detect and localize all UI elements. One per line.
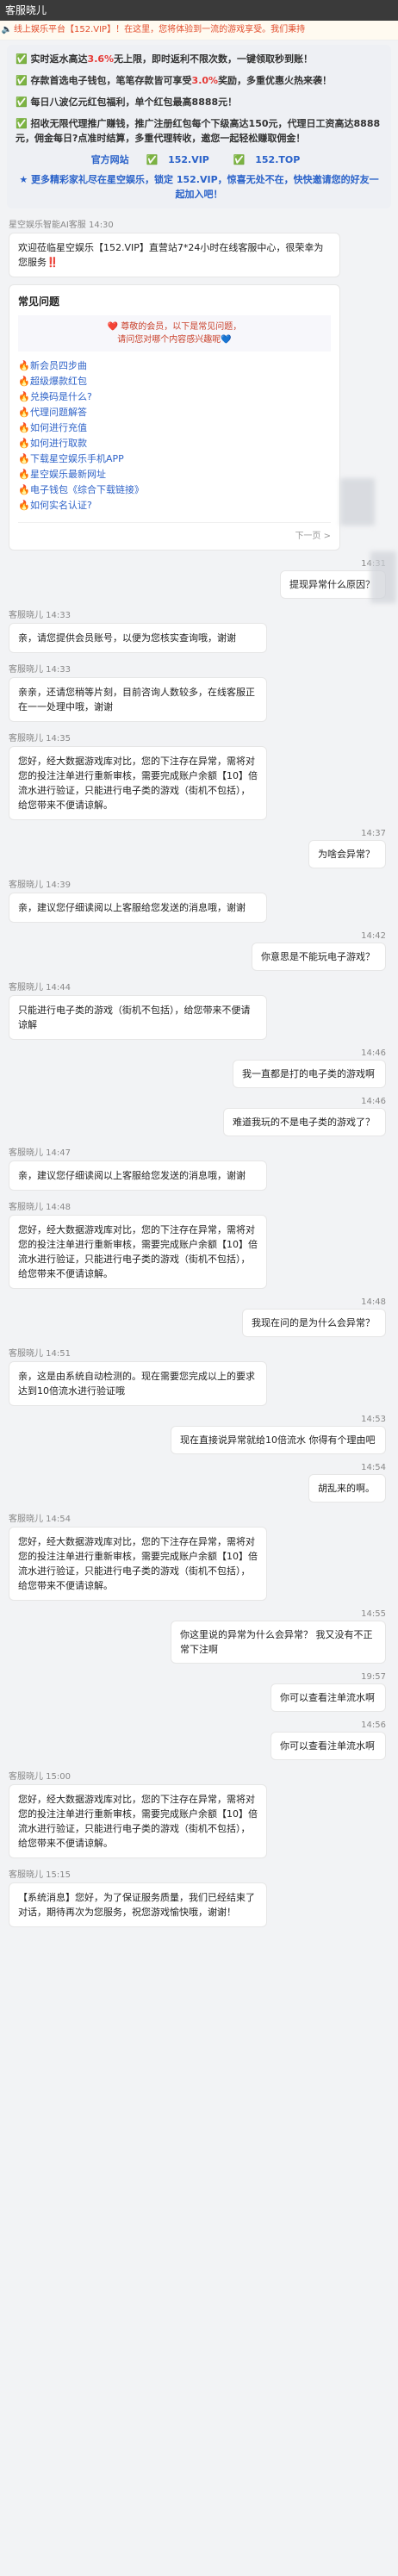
fire-icon: 🔥 xyxy=(18,469,30,480)
agent-message: 您好，经大数据游戏库对比，您的下注存在异常，需将对您的投注注单进行重新审核，需要… xyxy=(9,1784,267,1858)
fire-icon: 🔥 xyxy=(18,407,30,418)
faq-next-page-button[interactable]: 下一页 > xyxy=(18,522,331,541)
promo-line: ✅ 每日八波亿元红包福利，单个红包最高8888元！ xyxy=(16,96,238,108)
faq-card: 常见问题 ❤️ 尊敬的会员，以下是常见问题， 请问您对哪个内容感兴趣呢💙 🔥新会… xyxy=(9,284,340,551)
message-time: 14:48 xyxy=(361,1297,386,1307)
faq-item[interactable]: 🔥星空娱乐最新网址 xyxy=(18,467,331,482)
message-time: 19:57 xyxy=(361,1672,386,1682)
agent-sender-label: 客服晓儿 14:51 xyxy=(9,1349,71,1359)
fire-icon: 🔥 xyxy=(18,500,30,511)
faq-title: 常见问题 xyxy=(18,296,60,308)
user-message: 我一直都是打的电子类的游戏啊 xyxy=(233,1060,386,1088)
faq-item[interactable]: 🔥下载星空娱乐手机APP xyxy=(18,451,331,467)
user-message: 难道我玩的不是电子类的游戏了？ xyxy=(223,1108,386,1136)
check-icon: ✅ xyxy=(16,75,28,86)
agent-message: 您好，经大数据游戏库对比，您的下注存在异常，需将对您的投注注单进行重新审核，需要… xyxy=(9,1215,267,1289)
faq-item[interactable]: 🔥新会员四步曲 xyxy=(18,358,331,374)
page-title: 客服晓儿 xyxy=(0,0,398,21)
fire-icon: 🔥 xyxy=(18,360,30,371)
user-message: 你可以查看注单流水啊 xyxy=(271,1732,386,1760)
message-time: 14:53 xyxy=(361,1415,386,1424)
agent-sender-label: 客服晓儿 14:33 xyxy=(9,665,71,675)
promo-line: ✅ 实时返水高达3.6%无上限，即时返利不限次数，一键领取秒到账！ xyxy=(16,53,314,65)
faq-item[interactable]: 🔥代理问题解答 xyxy=(18,405,331,420)
fire-icon: 🔥 xyxy=(18,438,30,449)
user-message: 你意思是不能玩电子游戏？ xyxy=(252,943,386,971)
user-message: 我现在问的是为什么会异常？ xyxy=(242,1309,386,1337)
check-icon: ✅ xyxy=(16,53,28,65)
agent-sender-label: 客服晓儿 15:15 xyxy=(9,1870,71,1880)
faq-item[interactable]: 🔥电子钱包《综合下载链接》 xyxy=(18,482,331,498)
official-links: 官方网站 ✅ 152.VIP ✅ 152.TOP xyxy=(16,152,382,167)
faq-item[interactable]: 🔥如何进行取款 xyxy=(18,436,331,451)
agent-sender-label: 客服晓儿 14:54 xyxy=(9,1515,71,1524)
link-152-vip[interactable]: ✅ 152.VIP xyxy=(146,154,216,165)
announcement-bar: 🔈 线上娱乐平台【152.VIP】！在这里，您将体验到一流的游戏享受。我们秉持 xyxy=(0,21,398,40)
check-icon: ✅ xyxy=(16,96,28,108)
promo-line: ✅ 存款首选电子钱包，笔笔存款皆可享受3.0%奖励，多重优惠火热来袭！ xyxy=(16,75,333,86)
user-message: 胡乱来的啊。 xyxy=(308,1474,386,1503)
promo-tail: ★ 更多精彩家礼尽在星空娱乐，锁定 152.VIP，惊喜无处不在，快快邀请您的好… xyxy=(19,174,379,200)
faq-item[interactable]: 🔥如何实名认证? xyxy=(18,498,331,513)
user-message: 为啥会异常？ xyxy=(308,840,386,868)
welcome-message: 欢迎莅临星空娱乐【152.VIP】直营站7*24小时在线客服中心，很荣幸为您服务… xyxy=(9,233,340,277)
faq-hint: ❤️ 尊敬的会员，以下是常见问题， 请问您对哪个内容感兴趣呢💙 xyxy=(18,315,331,352)
user-message: 你可以查看注单流水啊 xyxy=(271,1683,386,1712)
agent-sender-label: 客服晓儿 14:39 xyxy=(9,880,71,890)
agent-message: 亲，请您提供会员账号，以便为您核实查询哦，谢谢 xyxy=(9,623,267,653)
official-site-label: 官方网站 xyxy=(90,154,129,165)
agent-message: 亲亲，还请您稍等片刻，目前咨询人数较多，在线客服正在一一处理中哦，谢谢 xyxy=(9,677,267,722)
agent-message: 只能进行电子类的游戏（街机不包括），给您带来不便请谅解 xyxy=(9,995,267,1040)
fire-icon: 🔥 xyxy=(18,422,30,433)
agent-sender-label: 客服晓儿 15:00 xyxy=(9,1772,71,1782)
faq-item[interactable]: 🔥如何进行充值 xyxy=(18,420,331,436)
user-message: 现在直接说异常就给10倍流水 你得有个理由吧 xyxy=(171,1426,386,1454)
agent-message: 【系统消息】您好，为了保证服务质量，我们已经结束了对话，期待再次为您服务，祝您游… xyxy=(9,1882,267,1927)
agent-message: 亲，建议您仔细读阅以上客服给您发送的消息哦，谢谢 xyxy=(9,893,267,923)
blurred-avatar xyxy=(340,478,375,526)
announcement-text: 线上娱乐平台【152.VIP】！在这里，您将体验到一流的游戏享受。我们秉持 xyxy=(14,25,306,34)
promo-banner: ✅ 实时返水高达3.6%无上限，即时返利不限次数，一键领取秒到账！ ✅ 存款首选电… xyxy=(7,45,391,208)
fire-icon: 🔥 xyxy=(18,376,30,387)
faq-item[interactable]: 🔥兑换码是什么? xyxy=(18,389,331,405)
agent-message: 亲，建议您仔细读阅以上客服给您发送的消息哦，谢谢 xyxy=(9,1160,267,1191)
blurred-avatar xyxy=(370,551,396,603)
agent-sender-label: 客服晓儿 14:48 xyxy=(9,1203,71,1212)
fire-icon: 🔥 xyxy=(18,484,30,495)
fire-icon: 🔥 xyxy=(18,453,30,464)
speaker-icon: 🔈 xyxy=(1,25,13,34)
agent-sender-label: 客服晓儿 14:44 xyxy=(9,983,71,992)
agent-sender-label: 客服晓儿 14:35 xyxy=(9,734,71,744)
message-time: 14:37 xyxy=(361,829,386,838)
message-time: 14:56 xyxy=(361,1720,386,1730)
agent-message: 亲，这是由系统自动检测的。现在需要您完成以上的要求达到10倍流水进行验证哦 xyxy=(9,1361,267,1406)
chat-scroll-area[interactable]: ✅ 实时返水高达3.6%无上限，即时返利不限次数，一键领取秒到账！ ✅ 存款首选电… xyxy=(0,40,398,1927)
message-time: 14:31 xyxy=(0,559,386,569)
ai-sender-label: 星空娱乐智能AI客服 14:30 xyxy=(9,221,114,230)
faq-item[interactable]: 🔥超级爆款红包 xyxy=(18,374,331,389)
message-time: 14:55 xyxy=(361,1609,386,1619)
message-time: 14:54 xyxy=(361,1463,386,1472)
message-time: 14:46 xyxy=(361,1097,386,1106)
agent-sender-label: 客服晓儿 14:47 xyxy=(9,1148,71,1158)
agent-message: 您好，经大数据游戏库对比，您的下注存在异常，需将对您的投注注单进行重新审核，需要… xyxy=(9,1527,267,1601)
message-time: 14:42 xyxy=(361,931,386,941)
fire-icon: 🔥 xyxy=(18,391,30,402)
user-message: 你这里说的异常为什么会异常？ 我又没有不正常下注啊 xyxy=(171,1621,386,1664)
agent-sender-label: 客服晓儿 14:33 xyxy=(9,611,71,620)
link-152-top[interactable]: ✅ 152.TOP xyxy=(233,154,308,165)
check-icon: ✅ xyxy=(16,118,28,129)
agent-message: 您好，经大数据游戏库对比，您的下注存在异常，需将对您的投注注单进行重新审核，需要… xyxy=(9,746,267,820)
message-time: 14:46 xyxy=(361,1048,386,1058)
promo-line: ✅ 招收无限代理推广赚钱，推广注册红包每个下级高达150元，代理日工资高达888… xyxy=(16,118,381,144)
